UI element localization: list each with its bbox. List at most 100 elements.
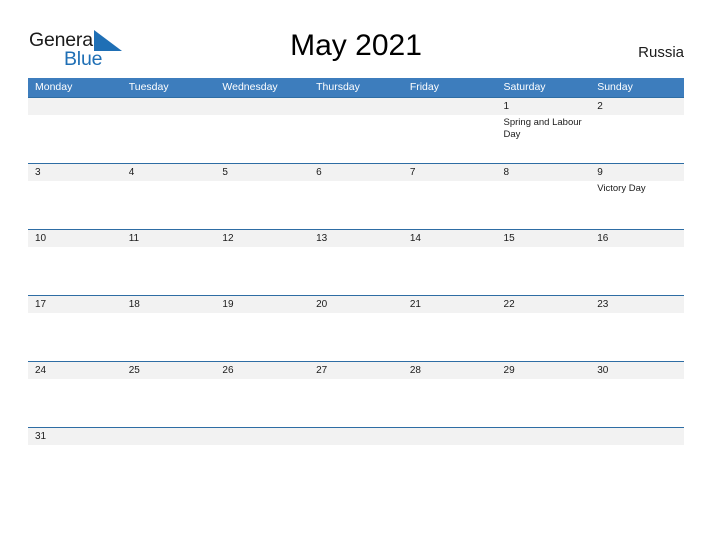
day-number-2[interactable]: 2: [590, 98, 684, 115]
day-cell-13[interactable]: [309, 247, 403, 295]
day-number-13[interactable]: 13: [309, 230, 403, 247]
day-number-strip: 31: [28, 428, 684, 445]
day-number-empty: [309, 428, 403, 445]
holiday-label: Victory Day: [597, 183, 646, 194]
day-number-23[interactable]: 23: [590, 296, 684, 313]
day-number-empty: [215, 98, 309, 115]
holiday-label: Spring and Labour Day: [503, 117, 582, 140]
day-number-14[interactable]: 14: [403, 230, 497, 247]
weekday-header-row: Monday Tuesday Wednesday Thursday Friday Satu…: [28, 78, 684, 97]
calendar-week-row: 1 2 Spring and Labour Day: [28, 97, 684, 163]
day-cell-empty: [215, 115, 309, 163]
day-cell-30[interactable]: [590, 379, 684, 427]
day-cell-24[interactable]: [28, 379, 122, 427]
day-cell-empty: [309, 115, 403, 163]
day-cell-5[interactable]: [215, 181, 309, 229]
day-content-strip: [28, 313, 684, 361]
day-number-4[interactable]: 4: [122, 164, 216, 181]
day-cell-15[interactable]: [497, 247, 591, 295]
day-cell-19[interactable]: [215, 313, 309, 361]
day-number-29[interactable]: 29: [497, 362, 591, 379]
day-cell-7[interactable]: [403, 181, 497, 229]
day-number-17[interactable]: 17: [28, 296, 122, 313]
day-number-19[interactable]: 19: [215, 296, 309, 313]
weekday-header-sunday: Sunday: [597, 81, 633, 93]
day-cell-25[interactable]: [122, 379, 216, 427]
day-number-21[interactable]: 21: [403, 296, 497, 313]
day-number-26[interactable]: 26: [215, 362, 309, 379]
day-number-18[interactable]: 18: [122, 296, 216, 313]
day-cell-20[interactable]: [309, 313, 403, 361]
day-number-24[interactable]: 24: [28, 362, 122, 379]
day-number-28[interactable]: 28: [403, 362, 497, 379]
day-number-31[interactable]: 31: [28, 428, 122, 445]
weekday-header-saturday: Saturday: [503, 81, 546, 93]
day-cell-29[interactable]: [497, 379, 591, 427]
day-number-empty: [497, 428, 591, 445]
day-cell-8[interactable]: [497, 181, 591, 229]
day-number-empty: [28, 98, 122, 115]
day-cell-28[interactable]: [403, 379, 497, 427]
day-cell-18[interactable]: [122, 313, 216, 361]
day-cell-22[interactable]: [497, 313, 591, 361]
day-number-12[interactable]: 12: [215, 230, 309, 247]
day-cell-27[interactable]: [309, 379, 403, 427]
day-number-5[interactable]: 5: [215, 164, 309, 181]
day-cell-11[interactable]: [122, 247, 216, 295]
weekday-header-thursday: Thursday: [316, 81, 360, 93]
day-number-15[interactable]: 15: [497, 230, 591, 247]
day-cell-26[interactable]: [215, 379, 309, 427]
day-number-3[interactable]: 3: [28, 164, 122, 181]
country-label: Russia: [638, 44, 684, 61]
day-cell-3[interactable]: [28, 181, 122, 229]
day-number-empty: [403, 428, 497, 445]
day-number-strip: 17 18 19 20 21 22 23: [28, 296, 684, 313]
day-cell-21[interactable]: [403, 313, 497, 361]
weekday-header-wednesday: Wednesday: [222, 81, 278, 93]
page-title: May 2021: [290, 29, 422, 62]
day-number-10[interactable]: 10: [28, 230, 122, 247]
day-number-empty: [309, 98, 403, 115]
day-number-22[interactable]: 22: [497, 296, 591, 313]
day-cell-12[interactable]: [215, 247, 309, 295]
day-number-8[interactable]: 8: [497, 164, 591, 181]
day-number-11[interactable]: 11: [122, 230, 216, 247]
day-number-empty: [590, 428, 684, 445]
day-cell-16[interactable]: [590, 247, 684, 295]
day-cell-9[interactable]: Victory Day: [590, 181, 684, 229]
weekday-header-tuesday: Tuesday: [128, 81, 169, 93]
calendar-week-row: 31: [28, 427, 684, 445]
day-number-25[interactable]: 25: [122, 362, 216, 379]
day-number-30[interactable]: 30: [590, 362, 684, 379]
day-content-strip: Victory Day: [28, 181, 684, 229]
day-cell-empty: [122, 115, 216, 163]
day-cell-2[interactable]: [590, 115, 684, 163]
calendar-grid: Monday Tuesday Wednesday Thursday Friday Satu…: [28, 78, 684, 445]
day-cell-23[interactable]: [590, 313, 684, 361]
calendar-page: General Blue May 2021 Russia Monday Tuesd…: [0, 0, 712, 550]
day-number-strip: 10 11 12 13 14 15 16: [28, 230, 684, 247]
day-number-27[interactable]: 27: [309, 362, 403, 379]
day-number-1[interactable]: 1: [497, 98, 591, 115]
day-number-empty: [215, 428, 309, 445]
calendar-week-row: 3 4 5 6 7 8 9 Victory Day: [28, 163, 684, 229]
day-number-9[interactable]: 9: [590, 164, 684, 181]
day-cell-17[interactable]: [28, 313, 122, 361]
day-cell-6[interactable]: [309, 181, 403, 229]
calendar-week-row: 17 18 19 20 21 22 23: [28, 295, 684, 361]
day-number-16[interactable]: 16: [590, 230, 684, 247]
day-number-20[interactable]: 20: [309, 296, 403, 313]
day-content-strip: [28, 247, 684, 295]
day-content-strip: Spring and Labour Day: [28, 115, 684, 163]
calendar-weeks: 1 2 Spring and Labour Day 3 4 5 6 7 8 9 Victory Da…: [28, 97, 684, 445]
day-number-6[interactable]: 6: [309, 164, 403, 181]
day-cell-14[interactable]: [403, 247, 497, 295]
day-number-strip: 24 25 26 27 28 29 30: [28, 362, 684, 379]
day-number-strip: 12: [28, 98, 684, 115]
day-cell-4[interactable]: [122, 181, 216, 229]
day-number-7[interactable]: 7: [403, 164, 497, 181]
day-cell-1[interactable]: Spring and Labour Day: [497, 115, 591, 163]
day-cell-10[interactable]: [28, 247, 122, 295]
day-number-empty: [122, 428, 216, 445]
calendar-week-row: 10 11 12 13 14 15 16: [28, 229, 684, 295]
